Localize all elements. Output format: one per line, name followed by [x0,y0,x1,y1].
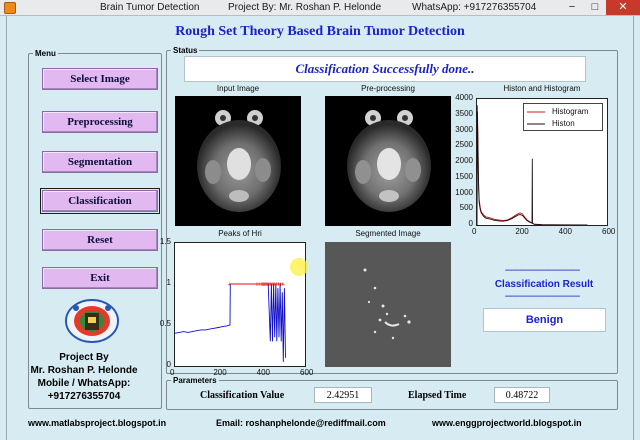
result-divider-top: -------------------------------- [504,265,581,276]
histogram-axes: Histogram Histon [476,98,608,226]
peaks-title: Peaks of Hri [218,229,262,238]
elapsed-time-label: Elapsed Time [408,390,467,401]
histogram-x-tick: 400 [558,227,573,236]
classification-value-label: Classification Value [200,390,285,401]
classification-result-value: Benign [483,308,606,332]
histogram-x-tick: 600 [602,227,616,236]
credit-line-2: Mr. Roshan P. Helonde [30,365,138,376]
preprocessing-title: Pre-processing [361,84,415,93]
histogram-y-tick: 1500 [455,171,473,181]
credit-line-1: Project By [59,352,109,363]
legend-swatches [527,111,545,125]
minimize-button[interactable]: − [560,0,584,15]
window-whatsapp: WhatsApp: +917276355704 [412,2,537,13]
preprocessed-image [325,96,451,226]
preprocessing-button[interactable]: Preprocessing [42,111,158,133]
status-legend: Status [173,46,198,55]
histogram-title: Histon and Histogram [503,84,581,93]
footer-blog-link[interactable]: www.matlabsproject.blogspot.in [28,418,166,428]
menu-legend: Menu [35,49,56,58]
peaks-y-tick: 1 [166,278,171,287]
histogram-y-tick: 1000 [455,187,473,197]
legend-label-histon: Histon [552,119,575,128]
input-image-title: Input Image [216,84,260,93]
classification-result-title: Classification Result [494,279,594,290]
window-titlebar: Brain Tumor Detection Project By: Mr. Ro… [0,0,640,16]
histogram-y-tick: 4000 [455,93,473,102]
window-app-name: Brain Tumor Detection [100,2,200,13]
parameters-legend: Parameters [173,376,217,385]
histogram-y-tick: 3000 [455,124,473,134]
maximize-button[interactable]: □ [584,0,606,15]
elapsed-time-field: 0.48722 [494,387,550,403]
matlab-figure-icon [4,2,16,14]
status-message: Classification Successfully done.. [184,56,586,82]
window-author: Project By: Mr. Roshan P. Helonde [228,2,382,13]
histogram-legend: Histogram Histon [523,103,603,131]
classification-value-field: 2.42951 [314,387,372,403]
peaks-y-tick: 0.5 [159,319,171,328]
input-image [175,96,301,226]
segmented-image [325,242,451,367]
histogram-y-tick: 2000 [455,156,473,165]
legend-label-histogram: Histogram [552,107,589,116]
peaks-marker: + [228,282,232,289]
peaks-series-0 [175,283,286,362]
credit-line-3: Mobile / WhatsApp: [37,378,131,389]
histogram-x-tick: 200 [515,227,529,236]
footer-email[interactable]: Email: roshanphelonde@rediffmail.com [216,418,386,428]
histogram-y-tick: 2500 [455,140,473,150]
exit-button[interactable]: Exit [42,267,158,289]
histogram-x-tick: 0 [472,227,477,236]
classification-button[interactable]: Classification [40,188,160,214]
project-logo [65,299,119,343]
peaks-marker: + [281,282,285,289]
cursor-highlight [290,258,308,276]
histogram-y-tick: 500 [459,203,473,213]
peaks-y-tick: 1.5 [159,237,171,246]
segmentation-button[interactable]: Segmentation [42,151,158,173]
peaks-axes: + + + + + + + + + + + + + + + + + + + + [174,242,306,367]
histogram-y-tick: 3500 [455,108,473,118]
peaks-plot: + +++++++++++++++++++ [175,282,286,362]
result-divider-bottom: -------------------------------- [504,291,581,302]
footer-site-link[interactable]: www.enggprojectworld.blogspot.in [432,418,582,428]
credit-line-4: +917276355704 [47,391,121,402]
segmented-title: Segmented Image [355,229,421,238]
reset-button[interactable]: Reset [42,229,158,251]
app-title: Rough Set Theory Based Brain Tumor Detec… [175,24,465,39]
select-image-button[interactable]: Select Image [42,68,158,90]
close-button[interactable]: ✕ [606,0,640,15]
